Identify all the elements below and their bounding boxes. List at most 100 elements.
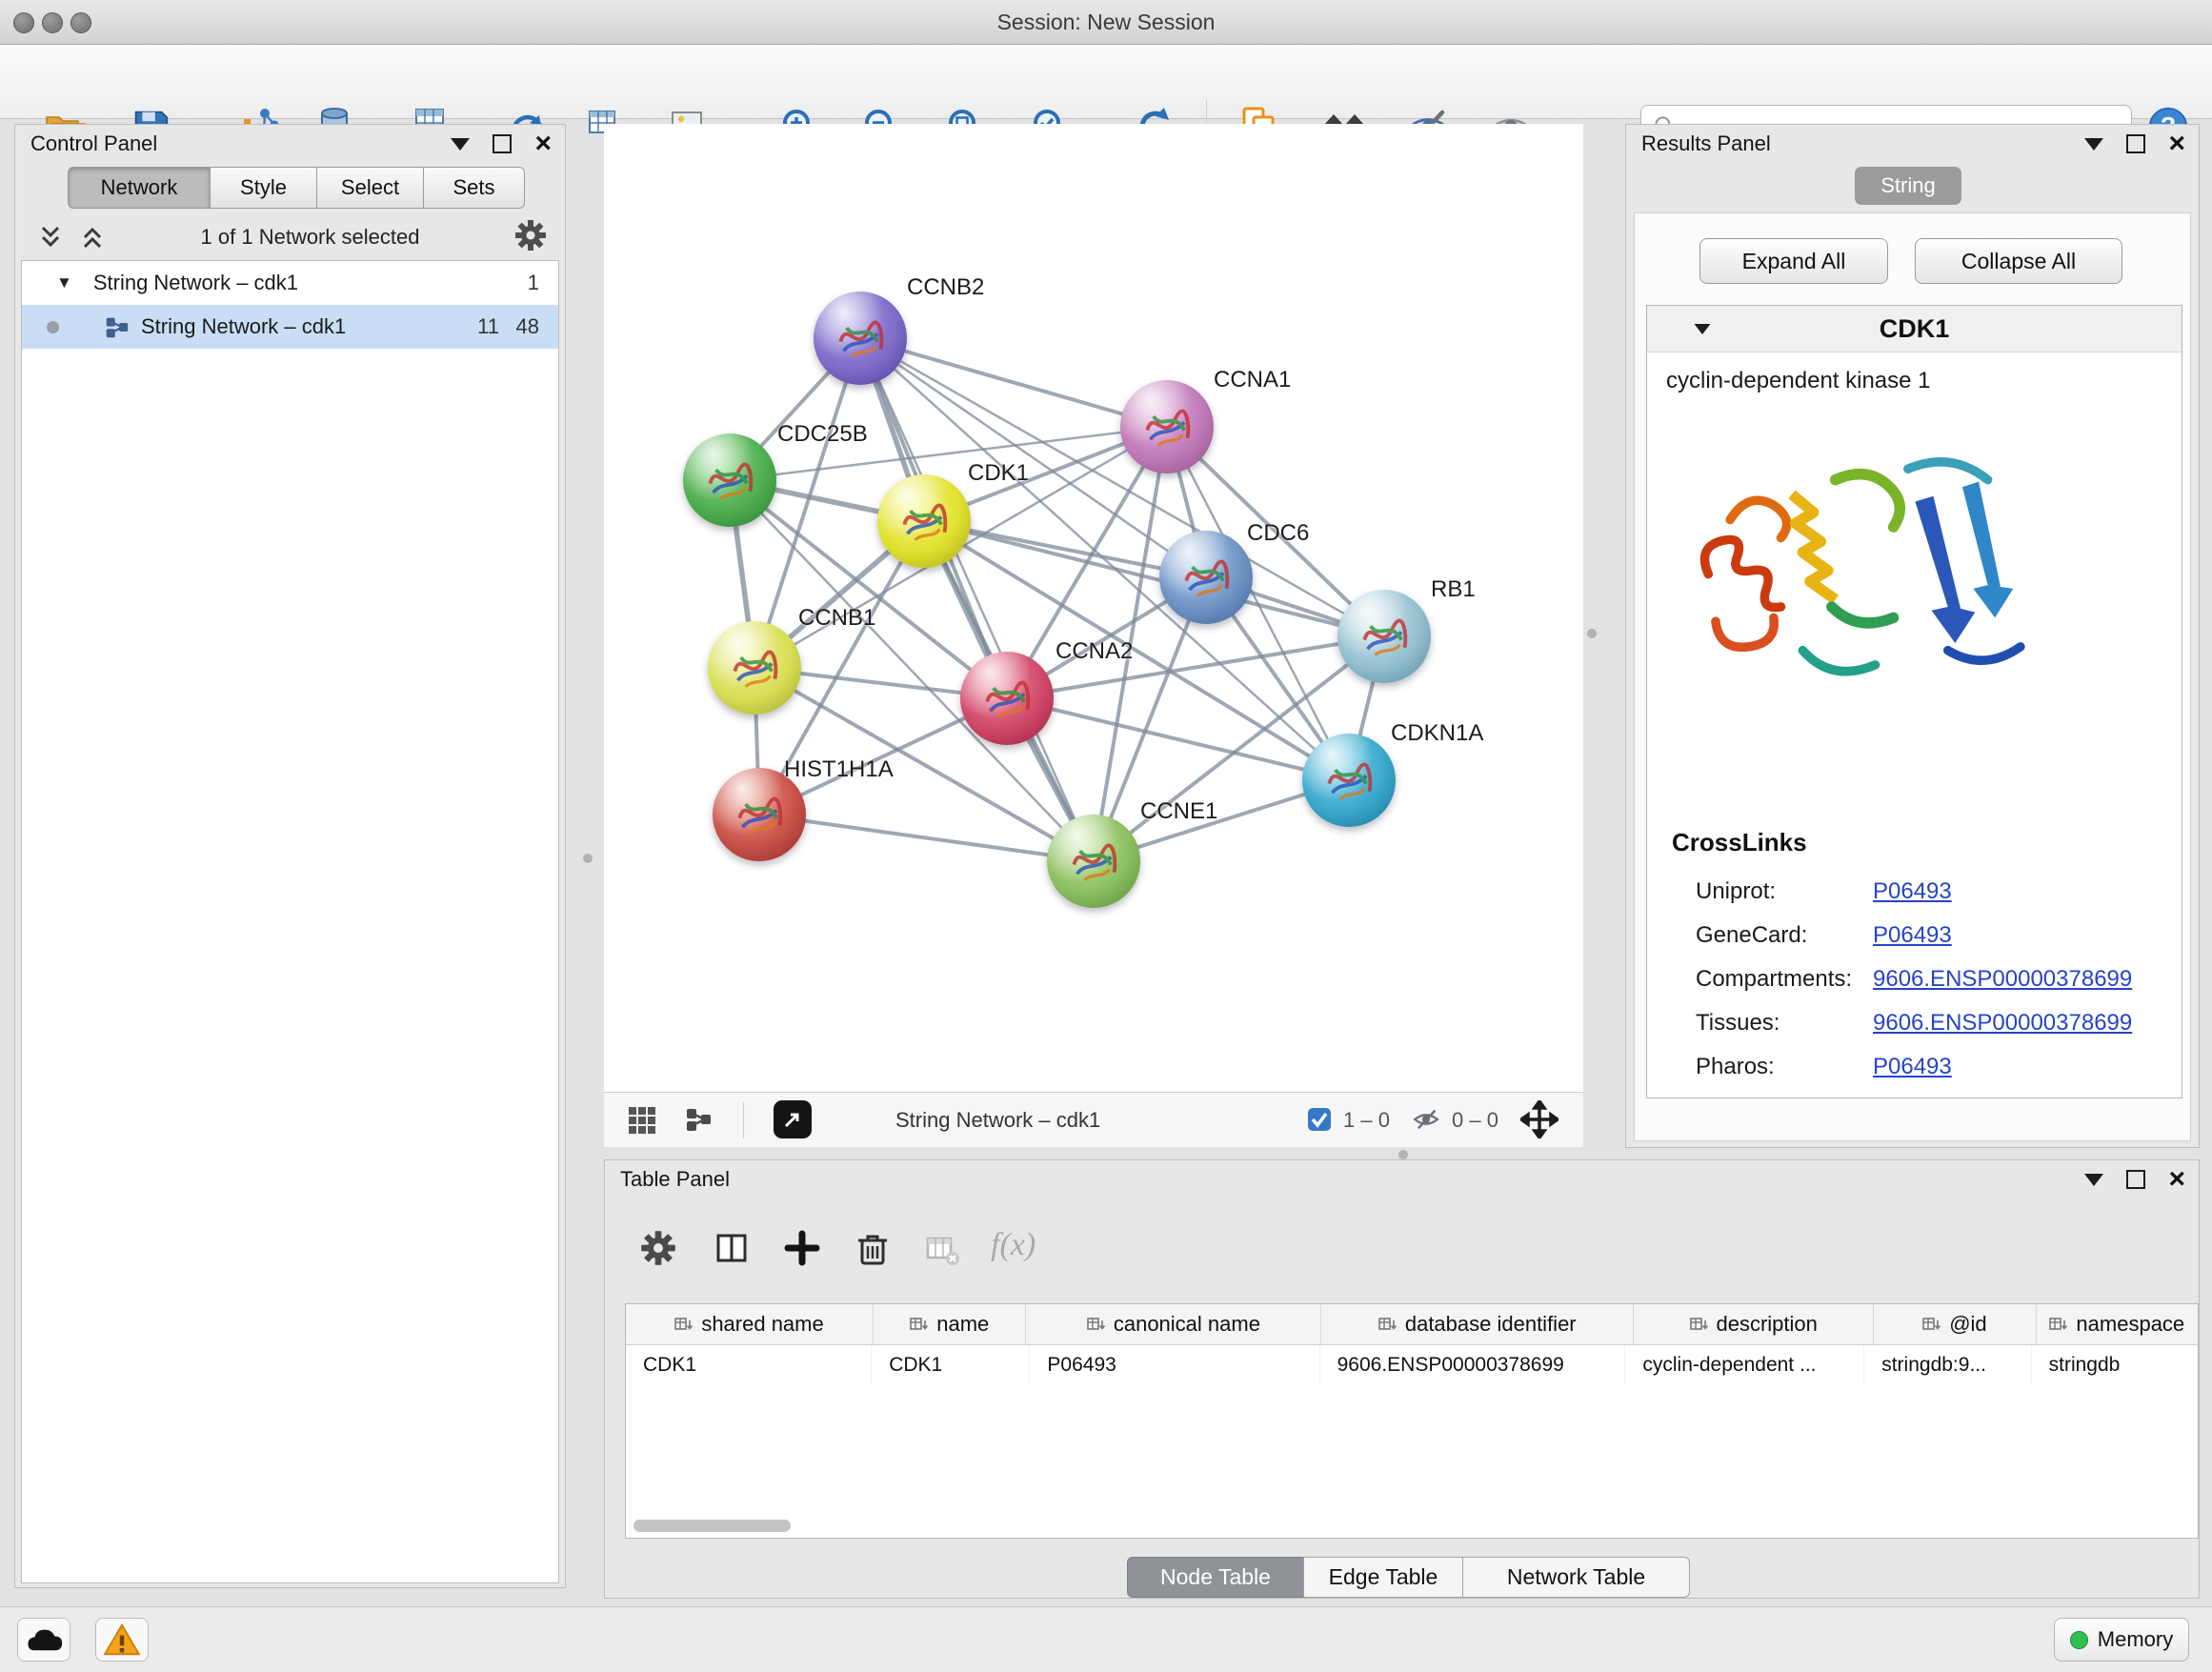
network-overview-icon[interactable] — [684, 1105, 713, 1138]
delete-table-icon — [923, 1231, 961, 1274]
cell-id: stringdb:9... — [1864, 1345, 2031, 1385]
tree-expand-icon[interactable]: ▼ — [56, 273, 72, 292]
results-panel-title: Results Panel — [1641, 131, 1771, 156]
column-header-namespace[interactable]: namespace — [2037, 1304, 2198, 1344]
hidden-eye-icon[interactable] — [1412, 1105, 1440, 1138]
crosslink-tissues-link[interactable]: 9606.ENSP00000378699 — [1873, 1010, 2132, 1037]
control-panel-title: Control Panel — [30, 131, 157, 156]
expand-all-tree-icon[interactable] — [78, 223, 107, 252]
tab-select[interactable]: Select — [316, 167, 424, 209]
cell-description: cyclin-dependent ... — [1625, 1345, 1864, 1385]
results-panel-collapse-icon[interactable] — [2084, 138, 2103, 151]
delete-column-icon[interactable] — [854, 1229, 892, 1272]
column-header-database-identifier[interactable]: database identifier — [1321, 1304, 1634, 1344]
tab-network-table[interactable]: Network Table — [1462, 1557, 1690, 1598]
crosslink-genecard-link[interactable]: P06493 — [1873, 922, 1952, 949]
crosslink-pharos-link[interactable]: P06493 — [1873, 1054, 1952, 1080]
network-icon — [104, 314, 130, 340]
table-settings-gear-icon[interactable] — [639, 1229, 677, 1272]
network-node-label: CCNA2 — [1056, 638, 1133, 665]
status-separator — [743, 1102, 744, 1138]
column-header-id[interactable]: @id — [1874, 1304, 2036, 1344]
gene-description: cyclin-dependent kinase 1 — [1647, 353, 2182, 394]
control-panel-collapse-icon[interactable] — [451, 138, 470, 151]
status-bar: Memory — [0, 1606, 2212, 1672]
network-node-CCNB1[interactable] — [708, 621, 801, 715]
network-view-title: String Network – cdk1 — [895, 1093, 1100, 1147]
network-node-RB1[interactable] — [1337, 590, 1431, 683]
tab-node-table[interactable]: Node Table — [1127, 1557, 1304, 1598]
network-collection-row[interactable]: ▼ String Network – cdk1 1 — [22, 261, 558, 305]
network-node-CCNA1[interactable] — [1120, 380, 1214, 473]
show-columns-icon[interactable] — [713, 1229, 751, 1272]
crosslink-row: GeneCard: P06493 — [1647, 914, 2182, 957]
network-node-CDC25B[interactable] — [683, 433, 776, 527]
column-header-name[interactable]: name — [874, 1304, 1026, 1344]
network-state-dot — [47, 321, 59, 333]
network-row-selected[interactable]: String Network – cdk1 11 48 — [22, 305, 558, 349]
window-title: Session: New Session — [0, 0, 2212, 44]
control-panel-float-icon[interactable] — [493, 134, 512, 153]
network-node-CDC6[interactable] — [1159, 531, 1253, 624]
table-panel-float-icon[interactable] — [2126, 1170, 2145, 1189]
crosslink-uniprot-link[interactable]: P06493 — [1873, 878, 1952, 905]
detach-view-button[interactable] — [774, 1100, 812, 1138]
results-panel-close-icon[interactable]: × — [2168, 132, 2185, 155]
table-panel: Table Panel × f(x) shared name name cano… — [604, 1159, 2200, 1599]
warnings-button[interactable] — [95, 1618, 149, 1662]
column-header-shared-name[interactable]: shared name — [626, 1304, 874, 1344]
bottom-splitter-handle[interactable] — [1398, 1150, 1408, 1159]
table-panel-collapse-icon[interactable] — [2084, 1174, 2103, 1186]
tab-network[interactable]: Network — [68, 167, 211, 209]
collapse-all-tree-icon[interactable] — [36, 223, 65, 252]
left-splitter-handle[interactable] — [583, 854, 593, 863]
tab-style[interactable]: Style — [210, 167, 317, 209]
column-header-description[interactable]: description — [1634, 1304, 1874, 1344]
selected-counts: 1 – 0 — [1343, 1093, 1390, 1147]
network-node-CCNA2[interactable] — [960, 652, 1054, 745]
gene-section-header[interactable]: CDK1 — [1647, 306, 2182, 353]
pan-crosshair-icon[interactable] — [1520, 1100, 1558, 1143]
network-canvas[interactable]: CCNB2CCNA1CDC25BCDK1CDC6RB1CCNB1CCNA2CDK… — [604, 124, 1583, 1092]
network-edge-count: 48 — [516, 314, 539, 339]
add-column-icon[interactable] — [783, 1229, 821, 1272]
table-horizontal-scrollbar[interactable] — [633, 1520, 791, 1532]
collapse-all-button[interactable]: Collapse All — [1915, 238, 2122, 284]
column-type-icon — [910, 1315, 929, 1334]
expand-all-button[interactable]: Expand All — [1699, 238, 1888, 284]
network-collection-label: String Network – cdk1 — [93, 271, 298, 295]
network-options-gear-icon[interactable] — [513, 218, 548, 257]
column-type-icon — [1378, 1315, 1398, 1334]
table-panel-close-icon[interactable]: × — [2168, 1168, 2185, 1191]
selected-checkbox-icon[interactable] — [1307, 1107, 1332, 1137]
network-node-CDKN1A[interactable] — [1302, 734, 1396, 827]
network-node-CDK1[interactable] — [877, 474, 971, 568]
cell-canonical-name: P06493 — [1030, 1345, 1319, 1385]
right-splitter-handle[interactable] — [1587, 629, 1597, 638]
column-header-canonical-name[interactable]: canonical name — [1026, 1304, 1321, 1344]
memory-button[interactable]: Memory — [2054, 1618, 2189, 1662]
cell-shared-name: CDK1 — [626, 1345, 872, 1385]
tab-sets[interactable]: Sets — [423, 167, 525, 209]
tab-edge-table[interactable]: Edge Table — [1303, 1557, 1463, 1598]
table-row[interactable]: CDK1 CDK1 P06493 9606.ENSP00000378699 cy… — [626, 1345, 2198, 1385]
column-type-icon — [2049, 1315, 2068, 1334]
network-node-label: CCNE1 — [1140, 798, 1217, 825]
network-selection-summary: 1 of 1 Network selected — [107, 225, 513, 250]
results-content: Expand All Collapse All CDK1 cyclin-depe… — [1634, 212, 2191, 1141]
network-node-CCNB2[interactable] — [814, 292, 907, 385]
crosslink-label: Tissues: — [1696, 1010, 1873, 1037]
crosslink-compartments-link[interactable]: 9606.ENSP00000378699 — [1873, 966, 2132, 993]
tab-string[interactable]: String — [1855, 167, 1961, 205]
network-row-label: String Network – cdk1 — [141, 314, 346, 339]
cloud-icon — [25, 1623, 63, 1656]
results-panel-float-icon[interactable] — [2126, 134, 2145, 153]
node-table: shared name name canonical name database… — [625, 1303, 2199, 1539]
network-node-label: CDC6 — [1247, 520, 1309, 547]
cloud-status-button[interactable] — [17, 1618, 70, 1662]
grid-view-icon[interactable] — [627, 1105, 657, 1140]
table-toolbar: f(x) — [605, 1216, 2199, 1282]
crosslink-label: Compartments: — [1696, 966, 1873, 993]
network-node-CCNE1[interactable] — [1047, 815, 1140, 908]
control-panel-close-icon[interactable]: × — [534, 132, 552, 155]
